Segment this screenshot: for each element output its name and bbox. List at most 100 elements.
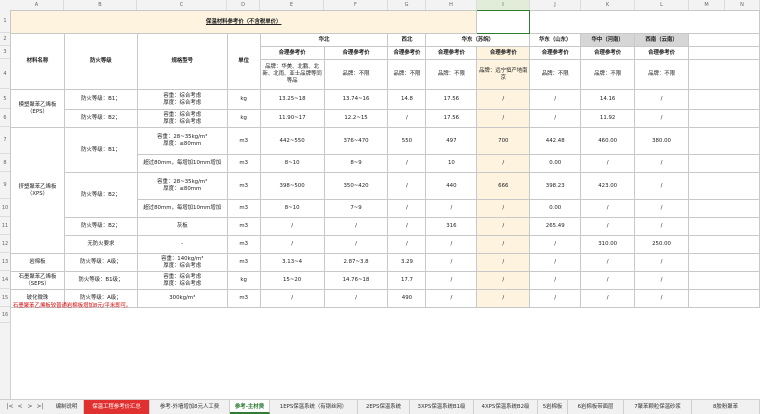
price-cell[interactable]: 15~20 <box>259 271 325 290</box>
unit-cell[interactable]: m3 <box>226 199 261 218</box>
header-spec[interactable]: 规格型号 <box>136 33 228 90</box>
price-cell[interactable]: / <box>529 109 582 128</box>
empty-cell[interactable] <box>688 217 760 236</box>
unit-cell[interactable]: m3 <box>226 235 261 254</box>
price-cell[interactable]: / <box>425 235 478 254</box>
price-cell[interactable]: / <box>476 217 531 236</box>
column-header[interactable]: C <box>137 0 227 10</box>
price-cell[interactable]: / <box>529 235 582 254</box>
column-header[interactable]: F <box>324 0 388 10</box>
price-cell[interactable]: / <box>634 271 690 290</box>
price-header[interactable]: 合理参考价 <box>580 46 636 60</box>
price-cell[interactable]: 250.00 <box>634 235 690 254</box>
unit-cell[interactable]: kg <box>226 271 261 290</box>
price-cell[interactable]: / <box>425 253 478 272</box>
price-cell[interactable]: 11.92 <box>580 109 636 128</box>
unit-cell[interactable]: m3 <box>226 127 261 155</box>
price-cell[interactable]: / <box>580 289 636 308</box>
price-cell[interactable]: / <box>529 271 582 290</box>
price-cell[interactable]: / <box>259 217 325 236</box>
sheet-tab[interactable]: 6岩棉板带面层 <box>568 400 624 414</box>
price-cell[interactable]: 3.13~4 <box>259 253 325 272</box>
price-cell[interactable]: / <box>476 109 531 128</box>
brand-note[interactable]: 品牌：华美、北鹏、北新、北雨、亚士品牌等同等品 <box>259 59 325 90</box>
row-header[interactable]: 14 <box>0 271 10 289</box>
empty-cell[interactable] <box>688 271 760 290</box>
price-cell[interactable]: 10 <box>425 154 478 173</box>
brand-note[interactable]: 品牌：不限 <box>580 59 636 90</box>
fire-cell[interactable]: 防火等级：B2； <box>63 172 138 218</box>
sheet-tab[interactable]: 参考-外墙增加8元人工费 <box>150 400 230 414</box>
row-header[interactable]: 12 <box>0 235 10 253</box>
empty-cell[interactable] <box>688 127 760 155</box>
price-cell[interactable]: 497 <box>425 127 478 155</box>
fire-cell[interactable]: 防火等级：B1； <box>63 127 138 173</box>
unit-cell[interactable]: m3 <box>226 253 261 272</box>
price-cell[interactable]: 14.8 <box>387 89 427 110</box>
spec-cell[interactable]: 容重：28~35kg/m³ 厚度：≤80mm <box>136 172 228 200</box>
row-header[interactable]: 15 <box>0 289 10 307</box>
column-header[interactable]: E <box>260 0 324 10</box>
next-sheet-icon[interactable]: > <box>26 400 34 414</box>
price-cell[interactable]: 13.25~18 <box>259 89 325 110</box>
price-cell[interactable]: 0.00 <box>529 199 582 218</box>
column-header[interactable]: N <box>725 0 760 10</box>
empty-cell[interactable] <box>688 235 760 254</box>
price-cell[interactable]: / <box>387 109 427 128</box>
selected-cell[interactable] <box>476 10 531 34</box>
row-header[interactable]: 2 <box>0 33 10 46</box>
price-cell[interactable]: / <box>476 154 531 173</box>
price-cell[interactable]: / <box>476 289 531 308</box>
price-cell[interactable]: 666 <box>476 172 531 200</box>
first-sheet-icon[interactable]: |< <box>6 400 14 414</box>
red-note[interactable]: 石墨聚苯乙烯板较普通岩棉板增加8元/平米即可。 <box>13 301 131 309</box>
row-header[interactable]: 6 <box>0 109 10 127</box>
empty-cell[interactable] <box>688 59 760 90</box>
sheet-tab[interactable]: 保温工程参考价汇总 <box>84 400 150 414</box>
fire-cell[interactable]: 防火等级：B2； <box>63 109 138 128</box>
row-header[interactable]: 11 <box>0 217 10 235</box>
prev-sheet-icon[interactable]: < <box>16 400 24 414</box>
empty-cell[interactable] <box>688 172 760 200</box>
empty-cell[interactable] <box>529 10 760 34</box>
brand-note[interactable]: 品牌：不限 <box>387 59 427 90</box>
last-sheet-icon[interactable]: >| <box>36 400 44 414</box>
unit-cell[interactable]: m3 <box>226 172 261 200</box>
price-cell[interactable]: / <box>323 217 389 236</box>
price-cell[interactable]: / <box>529 289 582 308</box>
row-header[interactable]: 4 <box>0 59 10 89</box>
spec-cell[interactable]: 容重：140kg/m³ 厚度：综合考虑 <box>136 253 228 272</box>
price-cell[interactable]: 380.00 <box>634 127 690 155</box>
header-unit[interactable]: 单位 <box>226 33 261 90</box>
column-header[interactable]: H <box>426 0 477 10</box>
spec-cell[interactable]: 容重：综合考虑 厚度：综合考虑 <box>136 109 228 128</box>
row-header[interactable]: 9 <box>0 172 10 199</box>
unit-cell[interactable]: kg <box>226 89 261 110</box>
price-cell[interactable]: / <box>387 199 427 218</box>
spec-cell[interactable]: - <box>136 235 228 254</box>
price-cell[interactable]: / <box>580 199 636 218</box>
price-cell[interactable]: / <box>634 89 690 110</box>
price-cell[interactable]: / <box>387 235 427 254</box>
price-header[interactable]: 合理参考价 <box>425 46 478 60</box>
sheet-tab-active[interactable]: 参考-主材费 <box>230 400 270 414</box>
price-cell[interactable]: 2.87~3.8 <box>323 253 389 272</box>
brand-note[interactable]: 品牌：不限 <box>634 59 690 90</box>
price-cell[interactable]: / <box>259 235 325 254</box>
price-cell[interactable]: 398.23 <box>529 172 582 200</box>
price-cell[interactable]: / <box>425 199 478 218</box>
sheet-tab[interactable]: 编制说明 <box>50 400 84 414</box>
region-central-henan[interactable]: 华中（河南） <box>580 33 636 47</box>
sheet-tab[interactable]: 7聚苯颗粒保温砂浆 <box>624 400 692 414</box>
unit-cell[interactable]: m3 <box>226 154 261 173</box>
brand-note[interactable]: 品牌：不限 <box>323 59 389 90</box>
region-north-china[interactable]: 华北 <box>259 33 389 47</box>
fire-cell[interactable]: 防火等级：A级； <box>63 253 138 272</box>
price-cell[interactable]: / <box>634 154 690 173</box>
column-header[interactable]: K <box>581 0 635 10</box>
empty-cell[interactable] <box>688 154 760 173</box>
price-cell[interactable]: / <box>476 253 531 272</box>
region-east-suwan[interactable]: 华东（苏皖） <box>425 33 531 47</box>
price-cell[interactable]: 310.00 <box>580 235 636 254</box>
empty-cell[interactable] <box>688 289 760 308</box>
